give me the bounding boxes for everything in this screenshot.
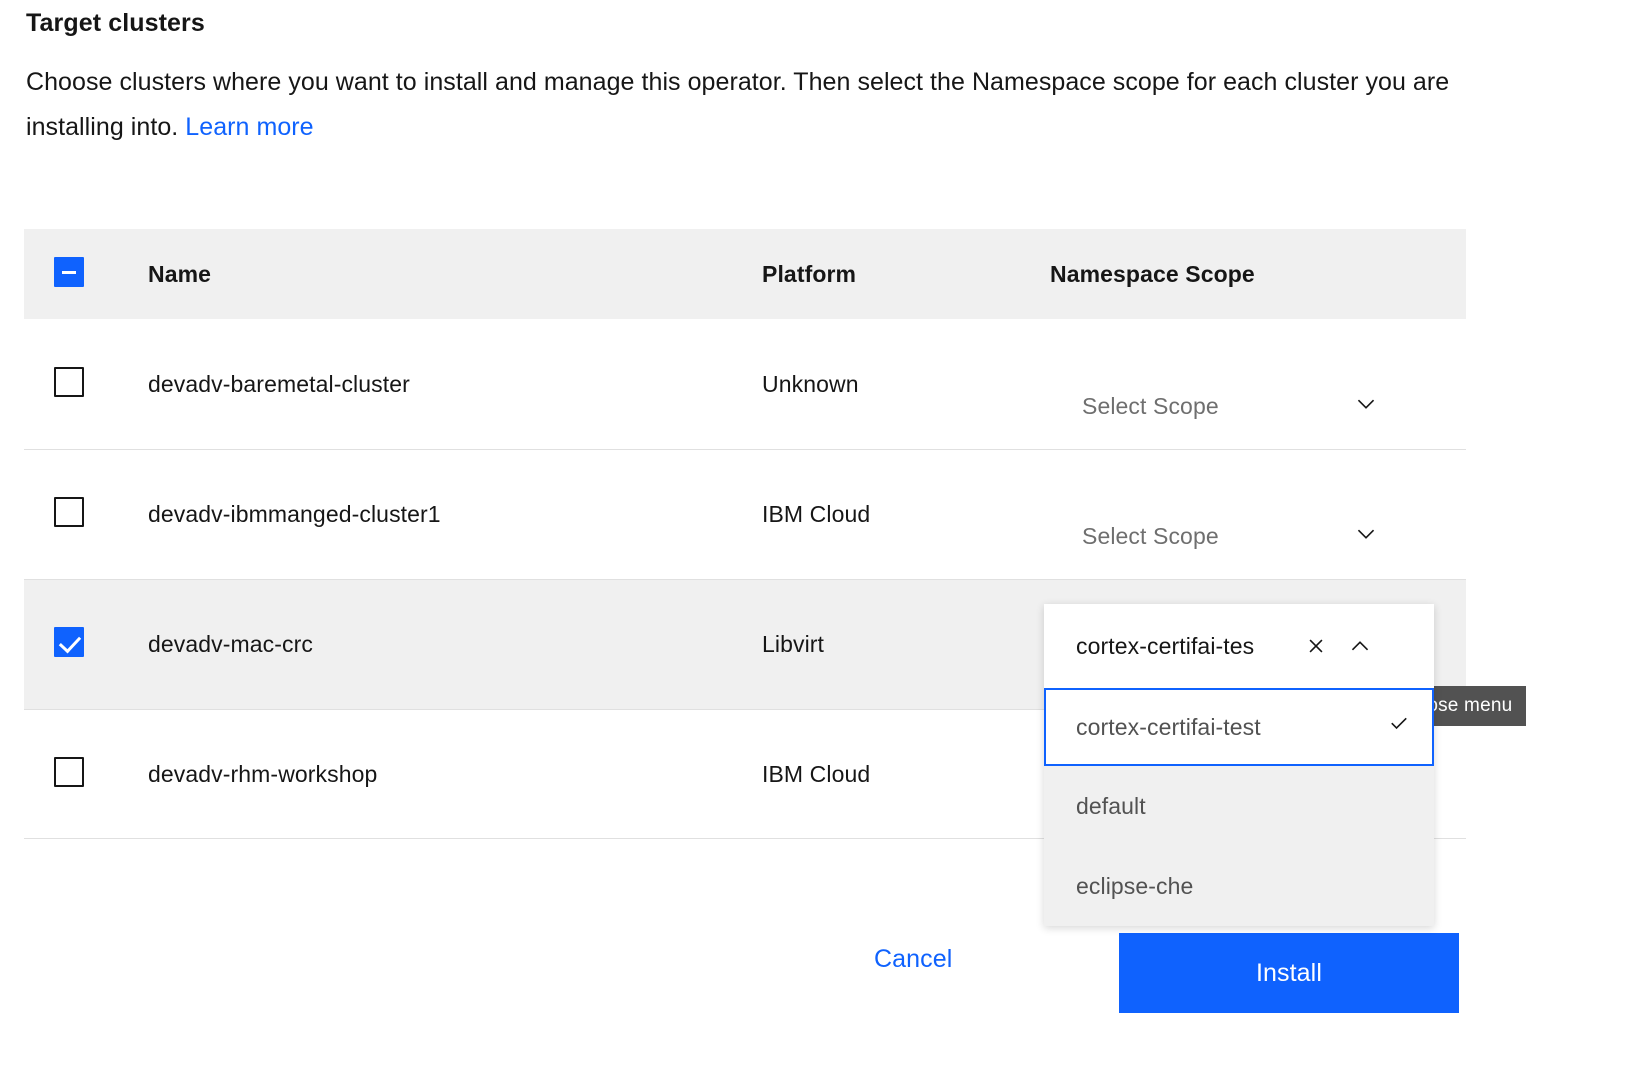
- namespace-scope-dropdown[interactable]: Select Scope: [1050, 375, 1395, 437]
- chevron-up-icon[interactable]: [1338, 624, 1382, 668]
- row-checkbox[interactable]: [54, 366, 84, 397]
- row-scope-cell: Select Scope: [1050, 331, 1466, 437]
- row-checkbox[interactable]: [54, 497, 84, 527]
- row-checkbox[interactable]: [54, 627, 84, 657]
- table-row[interactable]: devadv-ibmmanged-cluster1 IBM Cloud Sele…: [24, 449, 1466, 579]
- row-name-cell: devadv-baremetal-cluster: [148, 371, 762, 398]
- chevron-down-icon[interactable]: [1353, 391, 1379, 422]
- row-platform-cell: Libvirt: [762, 631, 1050, 658]
- row-checkbox-cell: [24, 497, 148, 532]
- target-clusters-panel: Target clusters Choose clusters where yo…: [0, 0, 1644, 1080]
- dropdown-item-label: eclipse-che: [1076, 872, 1194, 899]
- cancel-button[interactable]: Cancel: [874, 945, 952, 974]
- namespace-scope-dropdown-open: cortex-certifai-tes cortex-certifai-test…: [1044, 604, 1434, 926]
- cluster-name: devadv-ibmmanged-cluster1: [148, 501, 441, 527]
- column-header-namespace-scope-label: Namespace Scope: [1050, 260, 1255, 287]
- row-name-cell: devadv-mac-crc: [148, 631, 762, 658]
- cluster-name: devadv-rhm-workshop: [148, 761, 378, 787]
- learn-more-link[interactable]: Learn more: [185, 113, 313, 141]
- dropdown-item-default[interactable]: default: [1044, 766, 1434, 846]
- dropdown-item-eclipse-che[interactable]: eclipse-che: [1044, 846, 1434, 926]
- chevron-down-icon[interactable]: [1353, 521, 1379, 552]
- row-checkbox[interactable]: [54, 757, 84, 787]
- cluster-platform: Unknown: [762, 370, 859, 397]
- close-icon[interactable]: [1294, 624, 1338, 668]
- cluster-platform: IBM Cloud: [762, 761, 871, 787]
- row-scope-cell: Select Scope: [1050, 462, 1466, 568]
- dropdown-item-cortex-certifai-test[interactable]: cortex-certifai-test: [1044, 688, 1434, 766]
- column-header-name[interactable]: Name: [148, 261, 762, 288]
- cluster-platform: Libvirt: [762, 631, 825, 657]
- row-platform-cell: Unknown: [762, 371, 1050, 398]
- dropdown-selected-value: cortex-certifai-tes: [1076, 632, 1255, 659]
- row-name-cell: devadv-ibmmanged-cluster1: [148, 501, 762, 528]
- dropdown-menu: cortex-certifai-test default eclipse-che: [1044, 688, 1434, 926]
- cluster-name: devadv-baremetal-cluster: [148, 370, 410, 397]
- page-description: Choose clusters where you want to instal…: [26, 60, 1476, 149]
- page-title: Target clusters: [26, 9, 205, 37]
- row-checkbox-cell: [24, 366, 148, 402]
- table-row[interactable]: devadv-baremetal-cluster Unknown Select …: [24, 319, 1466, 449]
- namespace-scope-value: Select Scope: [1082, 392, 1219, 419]
- row-checkbox-cell: [24, 627, 148, 662]
- row-checkbox-cell: [24, 757, 148, 792]
- row-platform-cell: IBM Cloud: [762, 761, 1050, 788]
- select-all-checkbox[interactable]: [54, 256, 84, 287]
- dropdown-item-label: cortex-certifai-test: [1076, 713, 1261, 740]
- row-platform-cell: IBM Cloud: [762, 501, 1050, 528]
- table-header-row: Name Platform Namespace Scope: [24, 229, 1466, 319]
- dropdown-field[interactable]: cortex-certifai-tes: [1044, 604, 1434, 688]
- dropdown-item-label: default: [1076, 792, 1146, 819]
- row-name-cell: devadv-rhm-workshop: [148, 761, 762, 788]
- column-header-name-label: Name: [148, 260, 212, 287]
- namespace-scope-value: Select Scope: [1082, 523, 1219, 549]
- column-header-platform[interactable]: Platform: [762, 261, 1050, 288]
- checkmark-icon: [1386, 711, 1412, 743]
- cluster-name: devadv-mac-crc: [148, 631, 313, 657]
- column-header-namespace-scope[interactable]: Namespace Scope: [1050, 261, 1466, 288]
- cluster-platform: IBM Cloud: [762, 501, 871, 527]
- install-button[interactable]: Install: [1119, 933, 1459, 1013]
- select-all-cell: [24, 256, 148, 292]
- namespace-scope-dropdown[interactable]: Select Scope: [1050, 506, 1395, 568]
- heading-block: Target clusters Choose clusters where yo…: [26, 8, 1476, 149]
- column-header-platform-label: Platform: [762, 260, 857, 287]
